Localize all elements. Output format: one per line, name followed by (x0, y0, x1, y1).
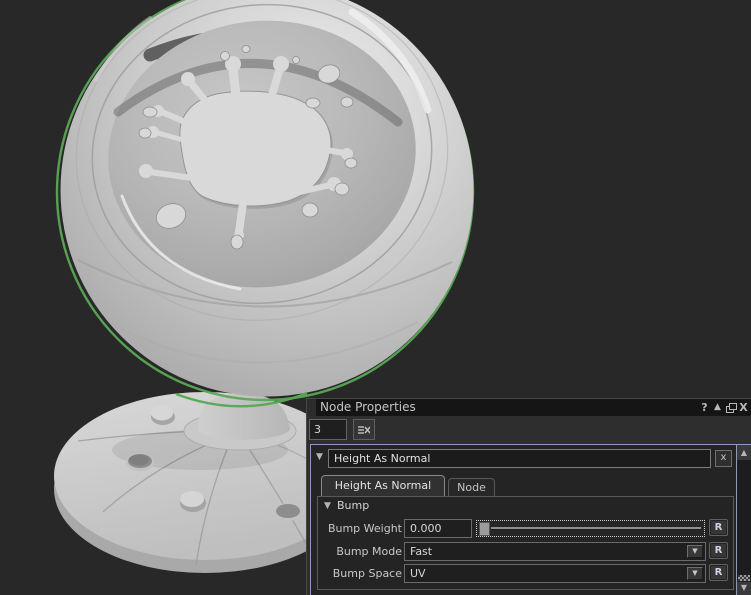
scrollbar-track[interactable] (737, 460, 751, 582)
node-name-field[interactable]: Height As Normal (328, 449, 711, 468)
node-close-button[interactable]: x (715, 450, 732, 467)
application-window: Node Properties ? ▲ X ▼ Height As Normal… (0, 0, 751, 595)
bump-mode-value: Fast (410, 545, 432, 558)
bump-space-value: UV (410, 567, 426, 580)
slider-groove (491, 527, 701, 530)
bump-section-title: Bump (337, 499, 369, 512)
chevron-down-icon[interactable]: ▼ (687, 567, 703, 580)
tab-height-as-normal[interactable]: Height As Normal (321, 475, 445, 497)
scroll-down-icon[interactable]: ▼ (737, 581, 751, 595)
node-count-input[interactable] (309, 419, 347, 440)
bump-mode-dropdown[interactable]: Fast ▼ (404, 542, 706, 561)
bump-weight-reset-button[interactable]: R (709, 519, 728, 536)
help-icon[interactable]: ? (698, 400, 711, 415)
bump-space-reset-button[interactable]: R (709, 564, 728, 581)
vertical-scrollbar[interactable]: ▲ ▼ (736, 445, 751, 595)
bump-collapse-icon[interactable]: ▼ (324, 501, 331, 511)
float-window-icon[interactable] (724, 400, 737, 415)
properties-scrollarea: ▼ Height As Normal x Height As Normal No… (310, 444, 751, 595)
bump-weight-input[interactable] (404, 519, 472, 538)
node-collapse-icon[interactable]: ▼ (316, 452, 323, 462)
clear-list-button[interactable] (353, 419, 375, 440)
node-properties-panel: Node Properties ? ▲ X ▼ Height As Normal… (306, 398, 751, 595)
slider-handle[interactable] (479, 522, 490, 536)
list-clear-icon (358, 425, 370, 435)
tab-node[interactable]: Node (448, 478, 495, 497)
bump-weight-label: Bump Weight (318, 519, 402, 538)
bump-mode-label: Bump Mode (318, 542, 402, 561)
titlebar-icons: ? ▲ X (698, 400, 750, 415)
scroll-up-icon[interactable]: ▲ (737, 445, 751, 461)
panel-titlebar[interactable]: Node Properties ? ▲ X (307, 399, 751, 416)
titlebar-grip[interactable] (307, 399, 316, 416)
bump-mode-reset-button[interactable]: R (709, 542, 728, 559)
bump-groupbox: ▼ Bump Bump Weight R Bump Mode Fast ▼ R … (317, 496, 734, 590)
panel-title: Node Properties (320, 399, 416, 416)
close-panel-icon[interactable]: X (737, 400, 750, 415)
collapse-panel-icon[interactable]: ▲ (711, 400, 724, 415)
bump-space-dropdown[interactable]: UV ▼ (404, 564, 706, 583)
chevron-down-icon[interactable]: ▼ (687, 545, 703, 558)
bump-weight-slider[interactable] (476, 520, 705, 537)
bump-space-label: Bump Space (318, 564, 402, 583)
